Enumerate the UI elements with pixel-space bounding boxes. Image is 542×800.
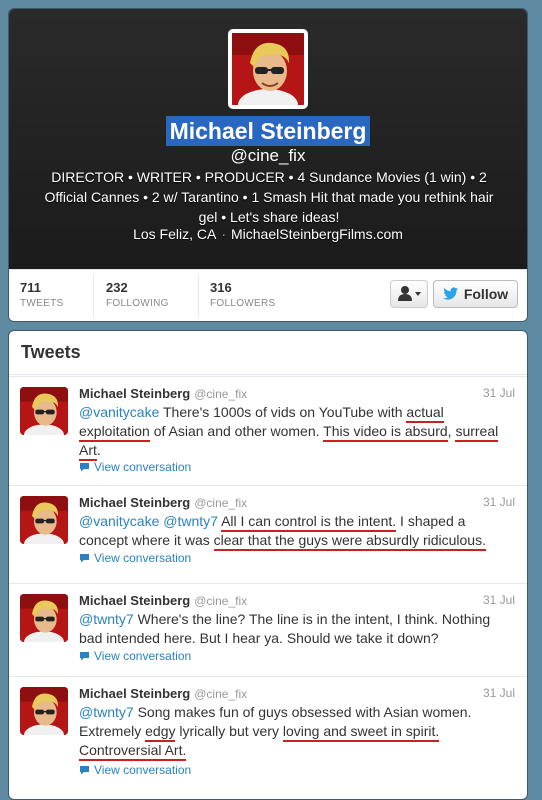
profile-stats: 711 TWEETS 232 FOLLOWING 316 FOLLOWERS F… bbox=[9, 269, 527, 321]
stat-divider bbox=[198, 274, 199, 318]
tweets-heading: Tweets bbox=[9, 331, 527, 375]
view-conversation-label: View conversation bbox=[94, 649, 192, 663]
tweet-avatar[interactable] bbox=[20, 496, 68, 544]
profile-website-link[interactable]: MichaelSteinbergFilms.com bbox=[231, 226, 403, 242]
profile-meta: Los Feliz, CA · MichaelSteinbergFilms.com bbox=[9, 226, 527, 242]
tweet-author-handle[interactable]: @cine_fix bbox=[194, 496, 247, 510]
tweet-mention-link[interactable]: @vanitycake bbox=[79, 404, 159, 420]
tweet-text: @vanitycake @twnty7 All I can control is… bbox=[79, 512, 515, 551]
tweet-date[interactable]: 31 Jul bbox=[483, 495, 515, 509]
tweet-item[interactable]: Michael Steinberg @cine_fix 31 Jul @twnty7 … bbox=[9, 676, 527, 799]
following-label: FOLLOWING bbox=[106, 298, 169, 309]
followers-count: 316 bbox=[210, 280, 232, 295]
tweet-text: @vanitycake There's 1000s of vids on You… bbox=[79, 403, 515, 461]
tweet-text-segment: lyrically but very bbox=[175, 723, 283, 739]
tweet-item[interactable]: Michael Steinberg @cine_fix 31 Jul @vanityc… bbox=[9, 485, 527, 583]
profile-name: Michael Steinberg bbox=[165, 116, 371, 146]
tweet-date[interactable]: 31 Jul bbox=[483, 593, 515, 607]
profile-location: Los Feliz, CA bbox=[133, 226, 217, 242]
follow-button[interactable]: Follow bbox=[433, 280, 518, 308]
stat-following[interactable]: 232 FOLLOWING bbox=[106, 280, 169, 309]
tweet-header: Michael Steinberg @cine_fix bbox=[79, 686, 247, 701]
tweet-author-handle[interactable]: @cine_fix bbox=[194, 387, 247, 401]
view-conversation-label: View conversation bbox=[94, 460, 192, 474]
tweet-mention-link[interactable]: @twnty7 bbox=[163, 513, 218, 529]
view-conversation-link[interactable]: View conversation bbox=[79, 763, 191, 777]
tweet-item[interactable]: Michael Steinberg @cine_fix 31 Jul @twnty7 … bbox=[9, 583, 527, 676]
annotated-phrase: edgy bbox=[145, 723, 176, 742]
speech-bubble-icon bbox=[80, 652, 89, 661]
tweet-header: Michael Steinberg @cine_fix bbox=[79, 386, 247, 401]
tweets-label: TWEETS bbox=[20, 298, 64, 309]
tweet-text-segment: Where's the line? The line is in the int… bbox=[79, 611, 491, 646]
tweet-author-name[interactable]: Michael Steinberg bbox=[79, 386, 190, 401]
tweet-item[interactable]: Michael Steinberg @cine_fix 31 Jul @vanityc… bbox=[9, 376, 527, 485]
stat-followers[interactable]: 316 FOLLOWERS bbox=[210, 280, 276, 309]
tweet-author-handle[interactable]: @cine_fix bbox=[194, 594, 247, 608]
tweet-header: Michael Steinberg @cine_fix bbox=[79, 593, 247, 608]
tweet-text-segment: of Asian and other women. bbox=[149, 423, 324, 439]
profile-handle: @cine_fix bbox=[230, 146, 306, 165]
tweet-text-segment: There's 1000s of vids on YouTube with bbox=[159, 404, 407, 420]
speech-bubble-icon bbox=[80, 463, 89, 472]
meta-separator: · bbox=[221, 226, 226, 242]
followers-label: FOLLOWERS bbox=[210, 298, 276, 309]
profile-avatar[interactable] bbox=[228, 29, 308, 109]
view-conversation-label: View conversation bbox=[94, 551, 192, 565]
stat-tweets[interactable]: 711 TWEETS bbox=[20, 280, 63, 309]
tweet-author-name[interactable]: Michael Steinberg bbox=[79, 593, 190, 608]
tweet-mention-link[interactable]: @vanitycake bbox=[79, 513, 159, 529]
tweet-avatar[interactable] bbox=[20, 387, 68, 435]
tweets-panel: Tweets Michael Steinberg @cine_fix 31 Jul @… bbox=[8, 330, 528, 800]
tweet-author-name[interactable]: Michael Steinberg bbox=[79, 686, 190, 701]
user-actions-button[interactable] bbox=[390, 280, 428, 308]
tweet-avatar[interactable] bbox=[20, 687, 68, 735]
profile-card: Michael Steinberg @cine_fix DIRECTOR • W… bbox=[8, 8, 528, 322]
person-dropdown-icon bbox=[398, 286, 421, 301]
annotated-phrase: Controversial Art. bbox=[79, 742, 187, 761]
tweet-text: @twnty7 Song makes fun of guys obsessed … bbox=[79, 703, 515, 761]
twitter-bird-icon bbox=[442, 287, 459, 300]
tweet-date[interactable]: 31 Jul bbox=[483, 386, 515, 400]
annotated-phrase: clear that the guys were absurdly ridicu… bbox=[213, 532, 486, 551]
view-conversation-link[interactable]: View conversation bbox=[79, 551, 191, 565]
speech-bubble-icon bbox=[80, 554, 89, 563]
tweet-date[interactable]: 31 Jul bbox=[483, 686, 515, 700]
tweet-mention-link[interactable]: @twnty7 bbox=[79, 704, 134, 720]
tweet-header: Michael Steinberg @cine_fix bbox=[79, 495, 247, 510]
tweet-author-name[interactable]: Michael Steinberg bbox=[79, 495, 190, 510]
annotated-phrase: All I can control is the intent. bbox=[221, 513, 397, 532]
stat-divider bbox=[93, 274, 94, 318]
follow-label: Follow bbox=[463, 286, 509, 302]
tweet-author-handle[interactable]: @cine_fix bbox=[194, 687, 247, 701]
profile-photo bbox=[232, 33, 304, 105]
annotated-phrase: This video is absurd bbox=[323, 423, 448, 442]
tweet-text: @twnty7 Where's the line? The line is in… bbox=[79, 610, 515, 648]
profile-bio: DIRECTOR • WRITER • PRODUCER • 4 Sundanc… bbox=[44, 169, 494, 225]
tweet-avatar[interactable] bbox=[20, 594, 68, 642]
profile-page: Michael Steinberg @cine_fix DIRECTOR • W… bbox=[8, 8, 528, 800]
annotated-phrase: loving and sweet in spirit. bbox=[282, 723, 440, 742]
view-conversation-label: View conversation bbox=[94, 763, 192, 777]
tweet-mention-link[interactable]: @twnty7 bbox=[79, 611, 134, 627]
following-count: 232 bbox=[106, 280, 128, 295]
tweet-text-segment: . bbox=[96, 442, 101, 458]
tweets-count: 711 bbox=[20, 280, 41, 295]
profile-header: Michael Steinberg @cine_fix DIRECTOR • W… bbox=[9, 9, 527, 269]
speech-bubble-icon bbox=[80, 766, 89, 775]
view-conversation-link[interactable]: View conversation bbox=[79, 649, 191, 663]
view-conversation-link[interactable]: View conversation bbox=[79, 460, 191, 474]
